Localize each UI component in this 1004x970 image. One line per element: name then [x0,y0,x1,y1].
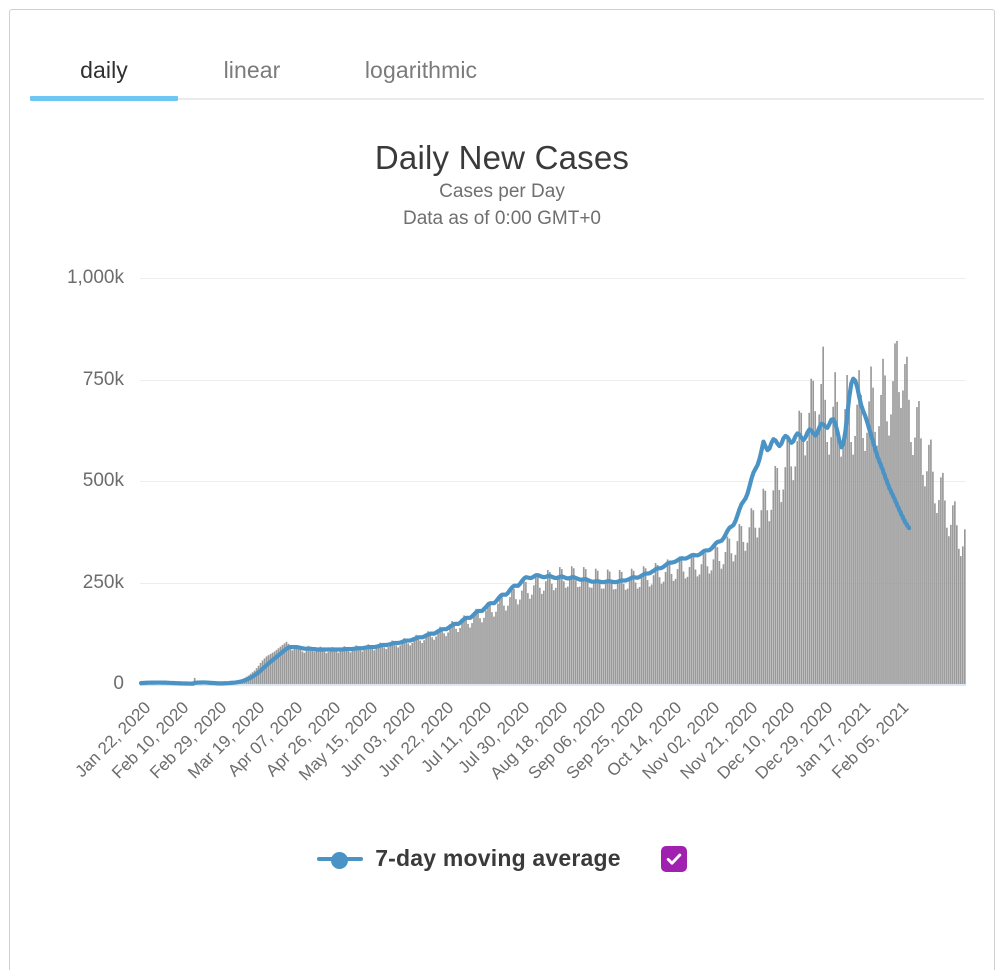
plot-area: 0250k500k750k1,000kJan 22, 2020Feb 10, 2… [0,0,1004,970]
bar-series [140,341,966,684]
chart-panel: daily linear logarithmic Daily New Cases… [0,0,1004,970]
legend-series-label: 7-day moving average [375,845,621,872]
check-icon [664,849,684,869]
legend-series-checkbox[interactable] [661,846,687,872]
legend-line-marker-icon [317,850,363,868]
chart-legend: 7-day moving average [0,845,1004,872]
series-canvas [0,0,1004,970]
